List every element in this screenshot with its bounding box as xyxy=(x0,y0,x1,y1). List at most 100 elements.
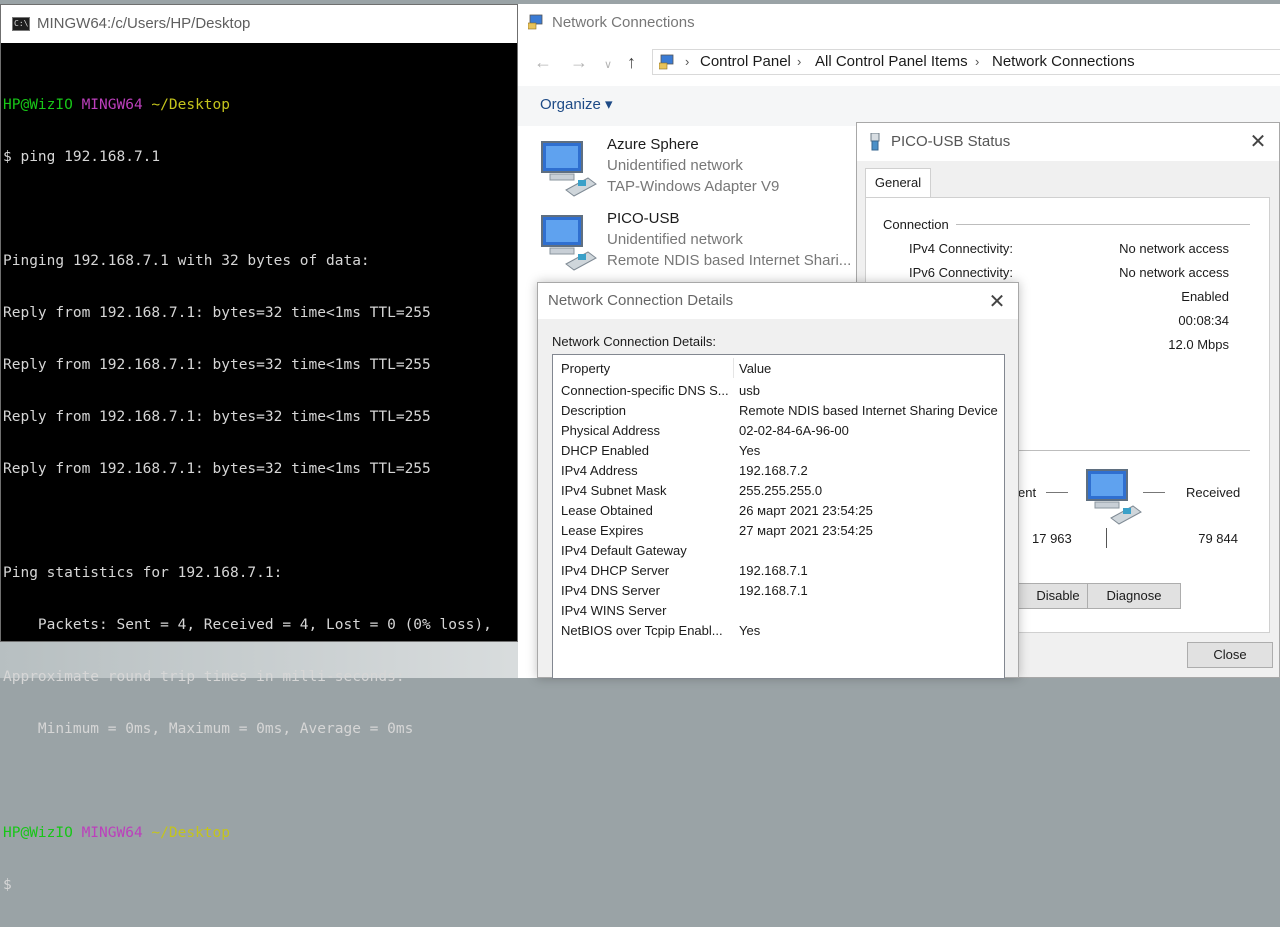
command-bar: Organize ▾ xyxy=(518,86,1280,126)
recent-locations-chevron-icon[interactable]: ∨ xyxy=(604,58,612,71)
ipv4-connectivity-value: No network access xyxy=(1119,241,1229,256)
connection-status: Unidentified network xyxy=(607,157,743,174)
breadcrumb-chevron-icon[interactable]: › xyxy=(797,50,801,74)
terminal-output[interactable]: HP@WizIO MINGW64 ~/Desktop $ ping 192.16… xyxy=(3,63,515,927)
organize-menu[interactable]: Organize ▾ xyxy=(540,95,613,113)
terminal-output-line: Packets: Sent = 4, Received = 4, Lost = … xyxy=(3,617,492,633)
details-label: Network Connection Details: xyxy=(552,334,717,349)
terminal-titlebar[interactable]: C:\ MINGW64:/c/Users/HP/Desktop xyxy=(1,5,517,43)
address-bar[interactable]: › Control Panel › All Control Panel Item… xyxy=(652,49,1280,75)
value-cell: 02-02-84-6A-96-00 xyxy=(739,423,849,438)
details-list[interactable]: Property Value Connection-specific DNS S… xyxy=(552,354,1005,679)
connection-item-azure-sphere[interactable]: Azure Sphere Unidentified network TAP-Wi… xyxy=(538,136,868,202)
terminal-prompt: HP@WizIO MINGW64 ~/Desktop xyxy=(3,825,230,841)
connection-adapter: Remote NDIS based Internet Shari... xyxy=(607,252,852,269)
connection-adapter: TAP-Windows Adapter V9 xyxy=(607,178,780,195)
network-adapter-icon xyxy=(541,141,597,197)
property-cell: Lease Expires xyxy=(561,523,644,538)
property-cell: DHCP Enabled xyxy=(561,443,649,458)
value-cell: 26 март 2021 23:54:25 xyxy=(739,503,873,518)
forward-arrow-icon[interactable]: → xyxy=(570,52,588,73)
property-cell: IPv4 DHCP Server xyxy=(561,563,670,578)
close-button[interactable]: Close xyxy=(1187,642,1273,668)
property-cell: NetBIOS over Tcpip Enabl... xyxy=(561,623,723,638)
list-item[interactable]: Physical Address 02-02-84-6A-96-00 xyxy=(553,421,1004,441)
connection-group-label: Connection xyxy=(883,217,955,232)
list-item[interactable]: Description Remote NDIS based Internet Sh… xyxy=(553,401,1004,421)
terminal-window[interactable]: C:\ MINGW64:/c/Users/HP/Desktop HP@WizIO… xyxy=(0,4,518,893)
list-header: Property Value xyxy=(553,355,1004,381)
sent-line xyxy=(1046,492,1068,493)
value-cell: 192.168.7.1 xyxy=(739,583,808,598)
back-arrow-icon[interactable]: ← xyxy=(534,52,552,73)
property-cell: IPv4 Subnet Mask xyxy=(561,483,667,498)
network-connection-details-dialog[interactable]: Network Connection Details ✕ Network Con… xyxy=(537,282,1019,679)
value-cell: Yes xyxy=(739,443,761,458)
connection-name: Azure Sphere xyxy=(607,136,699,153)
property-cell: Connection-specific DNS S... xyxy=(561,383,729,398)
list-item[interactable]: IPv4 DNS Server 192.168.7.1 xyxy=(553,581,1004,601)
value-cell: Remote NDIS based Internet Sharing Devic… xyxy=(739,403,998,418)
details-title: Network Connection Details xyxy=(548,292,734,309)
terminal-output-line: Reply from 192.168.7.1: bytes=32 time<1m… xyxy=(3,357,431,373)
status-titlebar[interactable]: PICO-USB Status ✕ xyxy=(857,123,1279,161)
breadcrumb-network-connections[interactable]: Network Connections xyxy=(992,50,1135,74)
terminal-output-line: Ping statistics for 192.168.7.1: xyxy=(3,565,283,581)
terminal-output-line: Minimum = 0ms, Maximum = 0ms, Average = … xyxy=(3,721,414,737)
breadcrumb-chevron-icon[interactable]: › xyxy=(975,50,979,74)
value-cell: 192.168.7.2 xyxy=(739,463,808,478)
breadcrumb-all-items[interactable]: All Control Panel Items xyxy=(815,50,968,74)
property-cell: Physical Address xyxy=(561,423,660,438)
property-cell: IPv4 DNS Server xyxy=(561,583,660,598)
status-title: PICO-USB Status xyxy=(891,133,1011,150)
property-cell: Description xyxy=(561,403,627,418)
list-item[interactable]: IPv4 DHCP Server 192.168.7.1 xyxy=(553,561,1004,581)
property-cell: Lease Obtained xyxy=(561,503,653,518)
column-divider[interactable] xyxy=(733,358,734,378)
terminal-prompt: HP@WizIO MINGW64 ~/Desktop xyxy=(3,97,230,113)
property-cell: IPv4 Address xyxy=(561,463,638,478)
sent-bytes-value: 17 963 xyxy=(1032,531,1072,546)
list-item[interactable]: NetBIOS over Tcpip Enabl... Yes xyxy=(553,621,1004,641)
up-arrow-icon[interactable]: ↑ xyxy=(627,52,636,73)
connection-item-pico-usb[interactable]: PICO-USB Unidentified network Remote NDI… xyxy=(538,210,868,276)
breadcrumb-control-panel[interactable]: Control Panel xyxy=(700,50,791,74)
list-item[interactable]: DHCP Enabled Yes xyxy=(553,441,1004,461)
terminal-output-line: Pinging 192.168.7.1 with 32 bytes of dat… xyxy=(3,253,370,269)
list-item[interactable]: IPv4 Subnet Mask 255.255.255.0 xyxy=(553,481,1004,501)
property-cell: IPv4 WINS Server xyxy=(561,603,667,618)
group-divider xyxy=(956,224,1250,225)
terminal-output-line: Reply from 192.168.7.1: bytes=32 time<1m… xyxy=(3,409,431,425)
diagnose-button[interactable]: Diagnose xyxy=(1087,583,1181,609)
list-item[interactable]: Lease Obtained 26 март 2021 23:54:25 xyxy=(553,501,1004,521)
navigation-bar: ← → ∨ ↑ › Control Panel › All Control Pa… xyxy=(518,44,1280,80)
received-line xyxy=(1143,492,1165,493)
network-folder-icon xyxy=(528,14,543,30)
column-header-value[interactable]: Value xyxy=(739,361,771,376)
list-item[interactable]: IPv4 Default Gateway xyxy=(553,541,1004,561)
network-adapter-icon xyxy=(541,215,597,271)
terminal-cursor-line: $ xyxy=(3,877,12,893)
list-item[interactable]: IPv4 WINS Server xyxy=(553,601,1004,621)
value-cell: 27 март 2021 23:54:25 xyxy=(739,523,873,538)
ipv6-connectivity-label: IPv6 Connectivity: xyxy=(909,265,1014,280)
terminal-command: $ ping 192.168.7.1 xyxy=(3,149,161,165)
list-item[interactable]: Lease Expires 27 март 2021 23:54:25 xyxy=(553,521,1004,541)
received-bytes-value: 79 844 xyxy=(1198,531,1238,546)
close-icon[interactable]: ✕ xyxy=(1247,131,1269,153)
terminal-output-line: Reply from 192.168.7.1: bytes=32 time<1m… xyxy=(3,461,431,477)
tab-general[interactable]: General xyxy=(865,168,931,198)
breadcrumb-chevron-icon[interactable]: › xyxy=(685,50,689,74)
terminal-title: MINGW64:/c/Users/HP/Desktop xyxy=(37,15,251,32)
explorer-titlebar[interactable]: Network Connections xyxy=(518,4,1280,42)
list-item[interactable]: IPv4 Address 192.168.7.2 xyxy=(553,461,1004,481)
close-icon[interactable]: ✕ xyxy=(986,291,1008,313)
list-item[interactable]: Connection-specific DNS S... usb xyxy=(553,381,1004,401)
explorer-title: Network Connections xyxy=(552,14,695,31)
connection-status: Unidentified network xyxy=(607,231,743,248)
details-titlebar[interactable]: Network Connection Details ✕ xyxy=(538,283,1018,319)
column-header-property[interactable]: Property xyxy=(561,361,610,376)
